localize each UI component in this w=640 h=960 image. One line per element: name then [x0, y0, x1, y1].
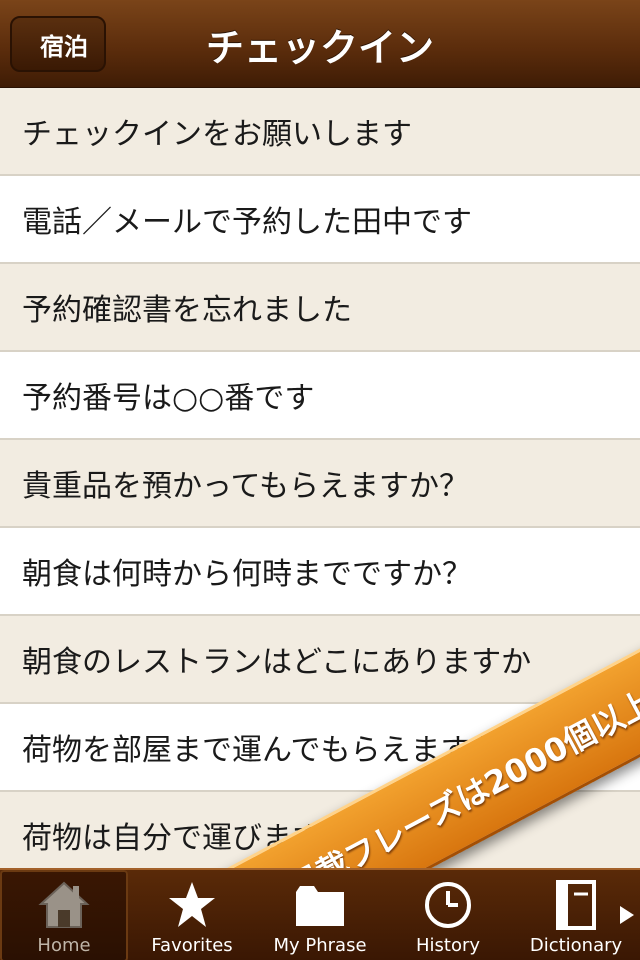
tab-my-phrase-label: My Phrase — [273, 935, 367, 956]
list-item-label: 朝食は何時から何時までですか？ — [22, 557, 472, 592]
list-item-label: 荷物を部屋まで運んでもらえますか — [22, 733, 501, 768]
clock-icon — [420, 879, 476, 931]
star-icon — [164, 879, 220, 931]
more-tabs-arrow-icon[interactable] — [620, 906, 634, 924]
navigation-bar: 宿泊 チェックイン — [0, 0, 640, 88]
list-item-label: 予約確認書を忘れました — [22, 293, 352, 328]
list-item[interactable]: 貴重品を預かってもらえますか？ — [0, 440, 640, 528]
list-item[interactable]: 朝食のレストランはどこにありますか — [0, 616, 640, 704]
tab-home-label: Home — [37, 935, 91, 956]
list-item[interactable]: 電話／メールで予約した田中です — [0, 176, 640, 264]
list-item[interactable]: 荷物は自分で運びます — [0, 792, 640, 868]
back-button-label: 宿泊 — [40, 32, 88, 61]
list-item[interactable]: 朝食は何時から何時までですか？ — [0, 528, 640, 616]
list-item-label: 貴重品を預かってもらえますか？ — [22, 469, 469, 504]
list-item-label: 電話／メールで予約した田中です — [22, 205, 472, 240]
tab-bar: Home Favorites My Phrase History Diction… — [0, 868, 640, 960]
list-item[interactable]: チェックインをお願いします — [0, 88, 640, 176]
folder-icon — [292, 879, 348, 931]
home-icon — [36, 879, 92, 931]
list-item-label: 朝食のレストランはどこにありますか — [22, 645, 532, 680]
list-item-label: 予約番号は○○番です — [22, 381, 315, 416]
book-icon — [548, 879, 604, 931]
tab-my-phrase[interactable]: My Phrase — [256, 870, 384, 960]
phrase-list: チェックインをお願いします 電話／メールで予約した田中です 予約確認書を忘れまし… — [0, 88, 640, 868]
tab-history[interactable]: History — [384, 870, 512, 960]
list-item[interactable]: 荷物を部屋まで運んでもらえますか — [0, 704, 640, 792]
tab-home[interactable]: Home — [0, 870, 128, 960]
list-item-label: チェックインをお願いします — [22, 117, 412, 152]
back-button[interactable]: 宿泊 — [10, 16, 106, 72]
list-item-label: 荷物は自分で運びます — [22, 821, 322, 856]
tab-history-label: History — [415, 935, 481, 956]
list-item[interactable]: 予約確認書を忘れました — [0, 264, 640, 352]
tab-favorites[interactable]: Favorites — [128, 870, 256, 960]
tab-favorites-label: Favorites — [151, 935, 233, 956]
list-item[interactable]: 予約番号は○○番です — [0, 352, 640, 440]
tab-dictionary-label: Dictionary — [529, 935, 623, 956]
